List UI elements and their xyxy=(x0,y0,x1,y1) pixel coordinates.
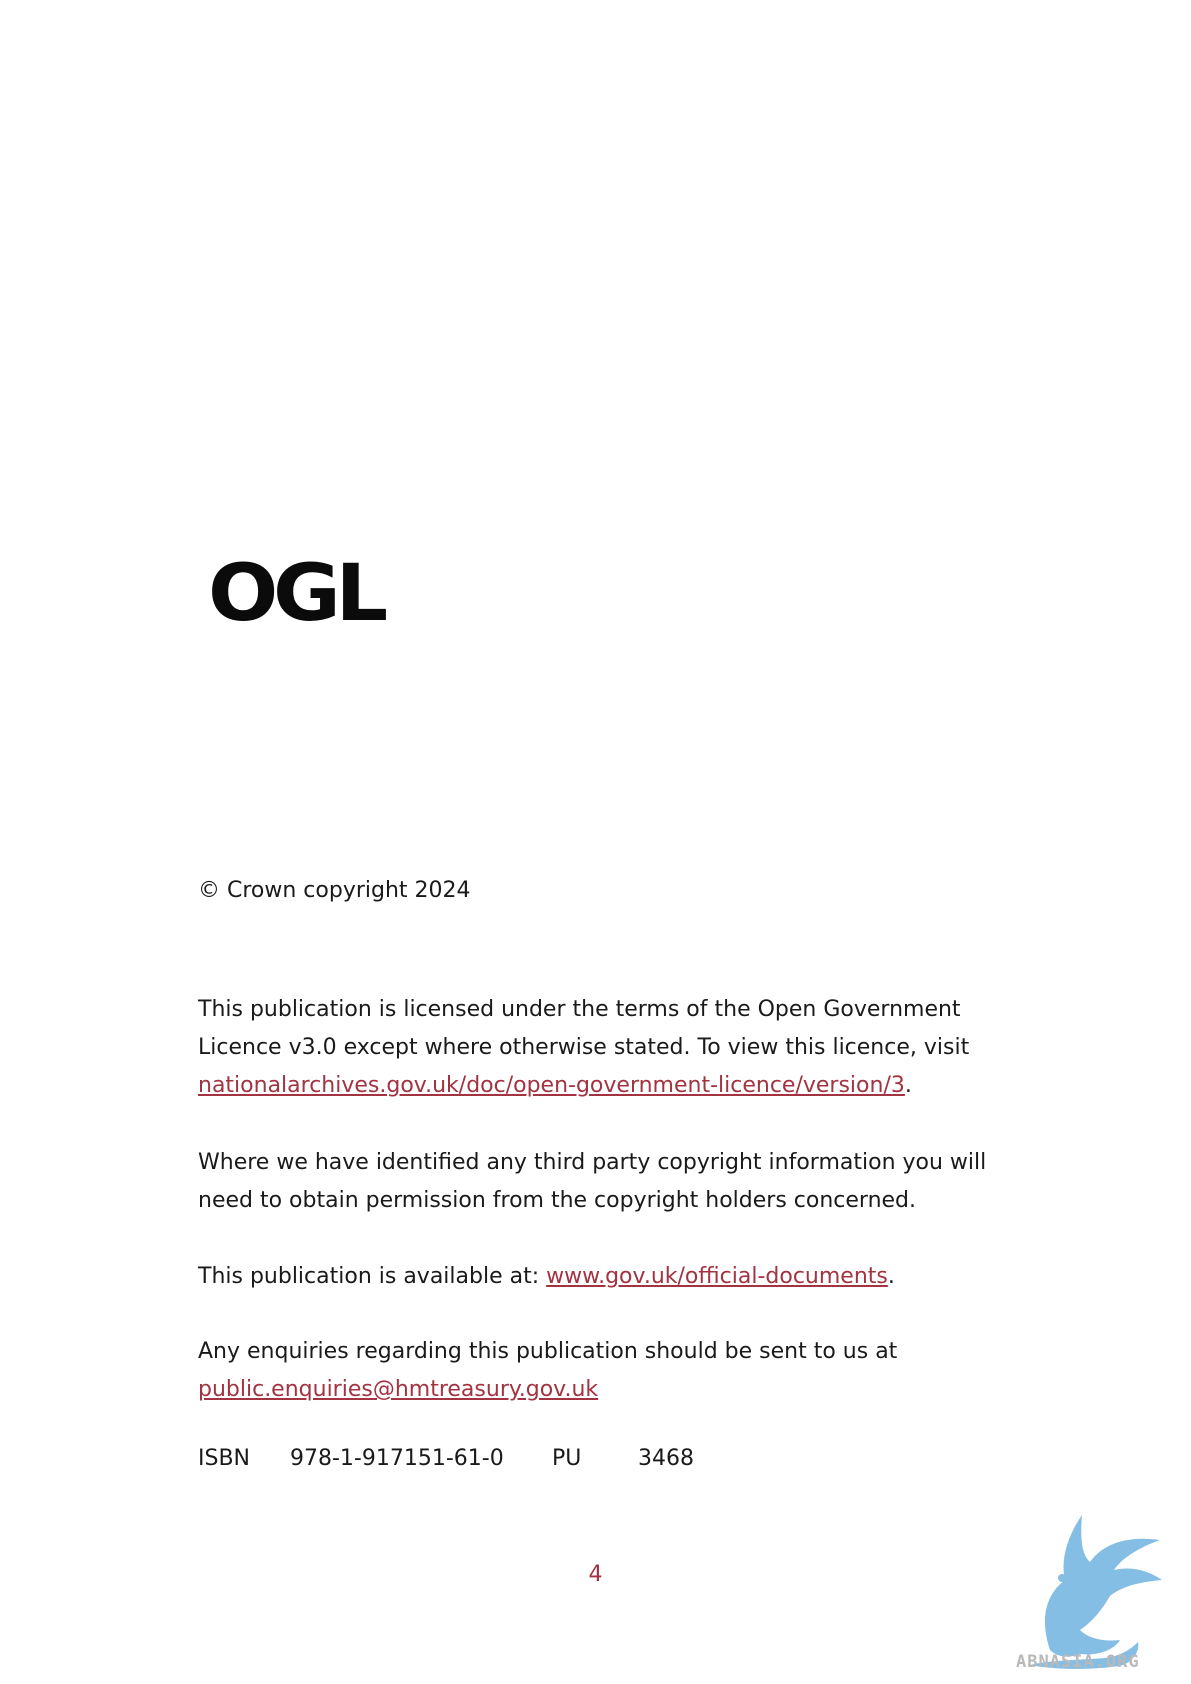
availability-period: . xyxy=(887,1264,895,1289)
third-party-line-1: Where we have identified any third party… xyxy=(198,1150,987,1175)
official-documents-link[interactable]: www.gov.uk/official-documents xyxy=(546,1264,888,1289)
enquiries-email-link[interactable]: public.enquiries@hmtreasury.gov.uk xyxy=(198,1377,598,1402)
third-party-line-2: need to obtain permission from the copyr… xyxy=(198,1188,917,1213)
licence-line-1: This publication is licensed under the t… xyxy=(198,997,961,1022)
licence-paragraph: This publication is licensed under the t… xyxy=(198,991,969,1105)
watermark-text: ABNASIA.ORG xyxy=(1016,1652,1140,1672)
licence-period: . xyxy=(904,1073,912,1098)
third-party-paragraph: Where we have identified any third party… xyxy=(198,1144,986,1220)
availability-prefix: This publication is available at: xyxy=(198,1264,547,1289)
licence-link[interactable]: nationalarchives.gov.uk/doc/open-governm… xyxy=(198,1073,905,1098)
ogl-logo: OGL xyxy=(208,549,388,639)
pu-value: 3468 xyxy=(638,1446,694,1471)
enquiries-line-1: Any enquiries regarding this publication… xyxy=(198,1339,898,1364)
isbn-value: 978-1-917151-61-0 xyxy=(290,1446,504,1471)
pu-label: PU xyxy=(552,1446,582,1471)
licence-line-2: Licence v3.0 except where otherwise stat… xyxy=(198,1035,970,1060)
enquiries-paragraph: Any enquiries regarding this publication… xyxy=(198,1333,897,1409)
availability-paragraph: This publication is available at: www.go… xyxy=(198,1258,895,1296)
isbn-label: ISBN xyxy=(198,1446,251,1471)
copyright-notice: © Crown copyright 2024 xyxy=(198,878,471,903)
